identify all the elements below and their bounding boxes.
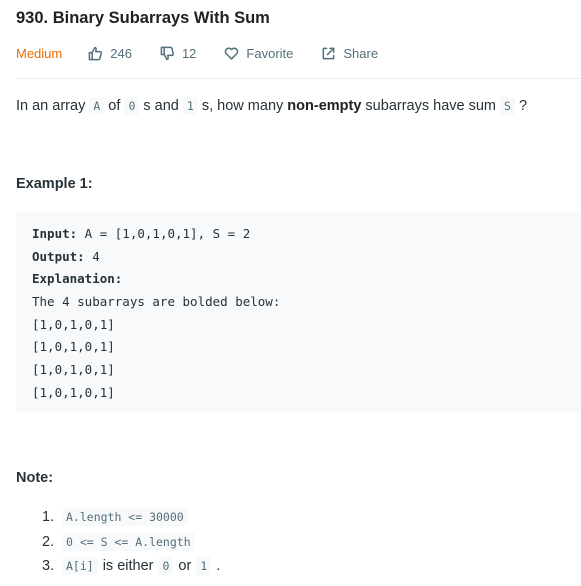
share-label: Share [343,45,379,61]
explanation-text: The 4 subarrays are bolded below: [32,294,281,309]
share-button[interactable]: Share [321,46,378,61]
note-heading: Note: [16,470,54,486]
note-text: is either [102,558,154,574]
input-value: A = [1,0,1,0,1], S = 2 [77,226,251,241]
thumbs-down-icon [160,46,174,60]
output-value: 4 [84,249,100,264]
example-output-line: Output: 4 [32,249,100,264]
problem-description: In an array A of 0 s and 1 s, how many n… [16,97,528,115]
list-number: 3. [42,558,55,574]
list-item: 2. 0 <= S <= A.length [42,533,200,551]
subarray-line: [1,0,1,0,1] [32,362,115,377]
note-text: or [178,558,192,574]
dislike-button[interactable]: 12 [160,46,196,61]
list-number: 2. [42,534,55,550]
explanation-label: Explanation: [32,271,123,286]
problem-title: 930. Binary Subarrays With Sum [16,9,270,27]
subarray-line: [1,0,1,0,1] [32,317,115,332]
inline-code: A.length <= 30000 [62,508,188,526]
output-label: Output: [32,249,85,264]
list-item: 3. A[i] is either 0 or 1 . [42,557,221,575]
input-label: Input: [32,226,78,241]
list-item: 1. A.length <= 30000 [42,508,193,526]
like-button[interactable]: 246 [88,46,132,61]
example-heading: Example 1: [16,176,93,192]
share-icon [322,47,335,59]
dislike-count: 12 [181,45,197,61]
thumbs-up-icon [88,46,103,60]
inline-code: A [89,97,105,115]
inline-code: 1 [196,557,212,575]
inline-code: 0 [158,557,174,575]
divider [16,78,581,79]
emphasis-text: non-empty [287,98,362,114]
inline-code: A[i] [62,557,98,575]
favorite-label: Favorite [246,45,294,61]
inline-code: 0 [124,97,140,115]
like-count: 246 [110,45,132,61]
inline-code: S [500,97,515,115]
inline-code: 0 <= S <= A.length [62,533,195,551]
example-code-block: Input: A = [1,0,1,0,1], S = 2 Output: 4 … [16,212,581,413]
subarray-line: [1,0,1,0,1] [32,339,115,354]
note-text: . [216,558,221,574]
subarray-line: [1,0,1,0,1] [32,385,115,400]
inline-code: 1 [182,97,198,115]
example-input-line: Input: A = [1,0,1,0,1], S = 2 [32,226,250,241]
favorite-button[interactable]: Favorite [224,46,293,61]
list-number: 1. [42,509,55,525]
heart-icon [225,46,239,60]
difficulty-badge: Medium [16,45,63,61]
problem-meta-bar: Medium 246 12 Favorite Share [16,44,406,62]
